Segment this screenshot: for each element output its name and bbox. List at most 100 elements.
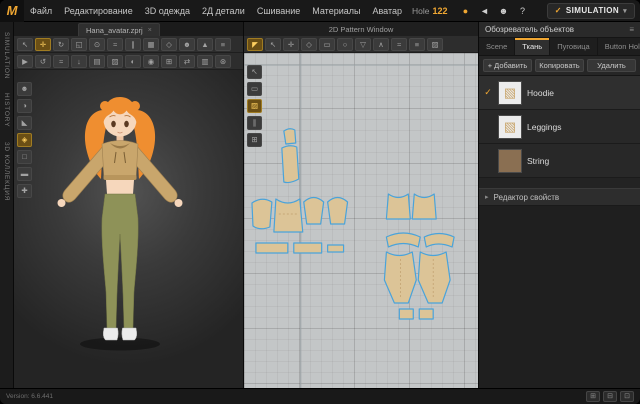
dart-tool-icon[interactable]: ▽ — [355, 38, 371, 51]
gravity-icon[interactable]: ↓ — [71, 55, 87, 68]
dock-tab-label[interactable]: 3D КОЛЛЕКЦИЯ — [3, 142, 10, 201]
speaker-icon[interactable]: ◄ — [479, 6, 491, 16]
drape-tool-icon[interactable]: ▲ — [197, 38, 213, 51]
fabric-name: Leggings — [527, 122, 562, 132]
menu-item[interactable]: Сшивание — [251, 0, 306, 22]
light-icon[interactable]: ◐ — [125, 55, 141, 68]
pattern-outline-icon[interactable]: ◇ — [161, 38, 177, 51]
menu-item[interactable]: Аватар — [366, 0, 408, 22]
browser-tab[interactable]: Button Hole — [598, 38, 640, 55]
pane-3d: Hana_avatar.zprj × ↖✛↻◱⊙≈∥▦◇☻▲≡ ▶↺≈↓▤▨◐◉… — [14, 22, 243, 388]
texture-view-icon[interactable]: ▨ — [107, 55, 123, 68]
document-tabbar: Hana_avatar.zprj × — [14, 22, 243, 36]
menu-item[interactable]: Материалы — [306, 0, 366, 22]
layers-icon[interactable]: ▥ — [197, 55, 213, 68]
document-tab[interactable]: Hana_avatar.zprj × — [78, 23, 160, 36]
version-label: Version: 6.6.441 — [6, 393, 53, 400]
browser-tab[interactable]: Ткань — [515, 38, 550, 55]
browser-tab[interactable]: Scene — [479, 38, 515, 55]
chevron-right-icon: ▸ — [485, 193, 489, 201]
browser-button[interactable]: + Добавить — [483, 59, 532, 72]
layout-switcher: ⊞⊟⊡ — [586, 391, 634, 402]
scale-gizmo-icon[interactable]: ◱ — [71, 38, 87, 51]
layout-both-icon[interactable]: ⊞ — [586, 391, 600, 402]
layout-2d-only-icon[interactable]: ⊡ — [620, 391, 634, 402]
fabric-list-item[interactable]: ✓ ▧ Hoodie — [479, 76, 640, 110]
layout-3d-only-icon[interactable]: ⊟ — [603, 391, 617, 402]
grading-icon[interactable]: ≡ — [409, 38, 425, 51]
camera-icon[interactable]: ◉ — [143, 55, 159, 68]
translate-gizmo-icon[interactable]: ✛ — [35, 38, 51, 51]
polygon-tool-icon[interactable]: ◇ — [301, 38, 317, 51]
grid-2d-icon[interactable]: ⊞ — [247, 133, 262, 147]
simulation-mode-button[interactable]: ✓ SIMULATION ▾ — [547, 3, 635, 19]
arrangement-points-icon[interactable]: ◈ — [17, 133, 32, 147]
fabric-list-item[interactable]: String — [479, 144, 640, 178]
fabric-list-item[interactable]: ▧ Leggings — [479, 110, 640, 144]
edit-pattern-icon[interactable]: ↖ — [265, 38, 281, 51]
grid-toggle-icon[interactable]: ⊞ — [161, 55, 177, 68]
circle-tool-icon[interactable]: ○ — [337, 38, 353, 51]
toolbar-3d-side: ☻ ◑ ◣ ◈ □ ▬ ✚ — [17, 82, 32, 198]
fabric-list: ✓ ▧ Hoodie ▧ Leggings — [479, 76, 640, 178]
2d-pattern-canvas[interactable]: ↖ ▭ ▨ ∥ ⊞ — [244, 53, 478, 388]
show-shoes-icon[interactable]: ◣ — [17, 116, 32, 130]
object-browser-title: Обозреватель объектов — [485, 25, 574, 34]
pattern-move-icon[interactable]: ↖ — [247, 65, 262, 79]
more-tools-icon[interactable]: ≡ — [215, 38, 231, 51]
measure-tool-icon[interactable]: ∥ — [125, 38, 141, 51]
menu-item[interactable]: 3D одежда — [139, 0, 196, 22]
transform-pattern-icon[interactable]: ◤ — [247, 38, 263, 51]
seam-tool-icon[interactable]: ≈ — [391, 38, 407, 51]
menu-item[interactable]: 2Д детали — [196, 0, 251, 22]
coin-icon[interactable]: ● — [460, 6, 472, 16]
add-point-icon[interactable]: ✛ — [283, 38, 299, 51]
rectangle-tool-icon[interactable]: ▭ — [319, 38, 335, 51]
render-settings-icon[interactable]: ⊛ — [215, 55, 231, 68]
status-bar: Version: 6.6.441 ⊞⊟⊡ — [0, 388, 640, 404]
dock-tab-label[interactable]: HISTORY — [3, 93, 10, 127]
rotate-gizmo-icon[interactable]: ↻ — [53, 38, 69, 51]
check-icon: ✓ — [483, 87, 493, 98]
dock-tab-label[interactable]: SIMULATION — [3, 32, 10, 79]
safety-pin-icon[interactable]: ✚ — [17, 184, 32, 198]
browser-tab[interactable]: Пуговица — [550, 38, 598, 55]
wind-icon[interactable]: ≈ — [53, 55, 69, 68]
property-editor-header[interactable]: ▸ Редактор свойств — [479, 188, 640, 206]
menu-item[interactable]: Файл — [24, 0, 58, 22]
simulate-icon[interactable]: ▶ — [17, 55, 33, 68]
menu-item[interactable]: Редактирование — [58, 0, 139, 22]
hole-label: Hole — [412, 6, 429, 16]
browser-buttons: + ДобавитьКопироватьУдалить — [479, 56, 640, 76]
object-browser-header: Обозреватель объектов ≡ — [479, 22, 640, 38]
close-icon[interactable]: × — [148, 27, 152, 34]
show-hair-icon[interactable]: ◑ — [17, 99, 32, 113]
hole-counter[interactable]: Hole 122 — [412, 6, 448, 16]
baseline-tool-icon[interactable]: ∥ — [247, 116, 262, 130]
texture-editor-icon[interactable]: ▨ — [427, 38, 443, 51]
user-icon[interactable]: ☻ — [498, 6, 510, 16]
fabric-thumbnail — [498, 149, 522, 173]
mirror-icon[interactable]: ⇄ — [179, 55, 195, 68]
solidify-tool-icon[interactable]: ▦ — [143, 38, 159, 51]
pin-tool-icon[interactable]: ⊙ — [89, 38, 105, 51]
avatar-display-icon[interactable]: ☻ — [179, 38, 195, 51]
browser-button[interactable]: Копировать — [535, 59, 584, 72]
show-avatar-icon[interactable]: ☻ — [17, 82, 32, 96]
hole-count-badge: 122 — [432, 6, 447, 16]
mesh-view-icon[interactable]: ▤ — [89, 55, 105, 68]
panel-menu-icon[interactable]: ≡ — [629, 25, 634, 34]
browser-button[interactable]: Удалить — [587, 59, 636, 72]
fabric-swatch-icon[interactable]: ▨ — [247, 99, 262, 113]
notch-tool-icon[interactable]: ∧ — [373, 38, 389, 51]
bounding-volumes-icon[interactable]: □ — [17, 150, 32, 164]
3d-viewport[interactable]: ☻ ◑ ◣ ◈ □ ▬ ✚ — [14, 70, 243, 388]
sewing-tool-icon[interactable]: ≈ — [107, 38, 123, 51]
pattern-box-icon[interactable]: ▭ — [247, 82, 262, 96]
select-tool-icon[interactable]: ↖ — [17, 38, 33, 51]
pane-2d: 2D Pattern Window ◤↖✛◇▭○▽∧≈≡▨ ↖▭▨∥⊞ — [243, 22, 478, 388]
help-icon[interactable]: ? — [517, 6, 529, 16]
reset-pose-icon[interactable]: ↺ — [35, 55, 51, 68]
tape-measure-icon[interactable]: ▬ — [17, 167, 32, 181]
left-dock-strip: SIMULATION HISTORY 3D КОЛЛЕКЦИЯ — [0, 22, 14, 388]
